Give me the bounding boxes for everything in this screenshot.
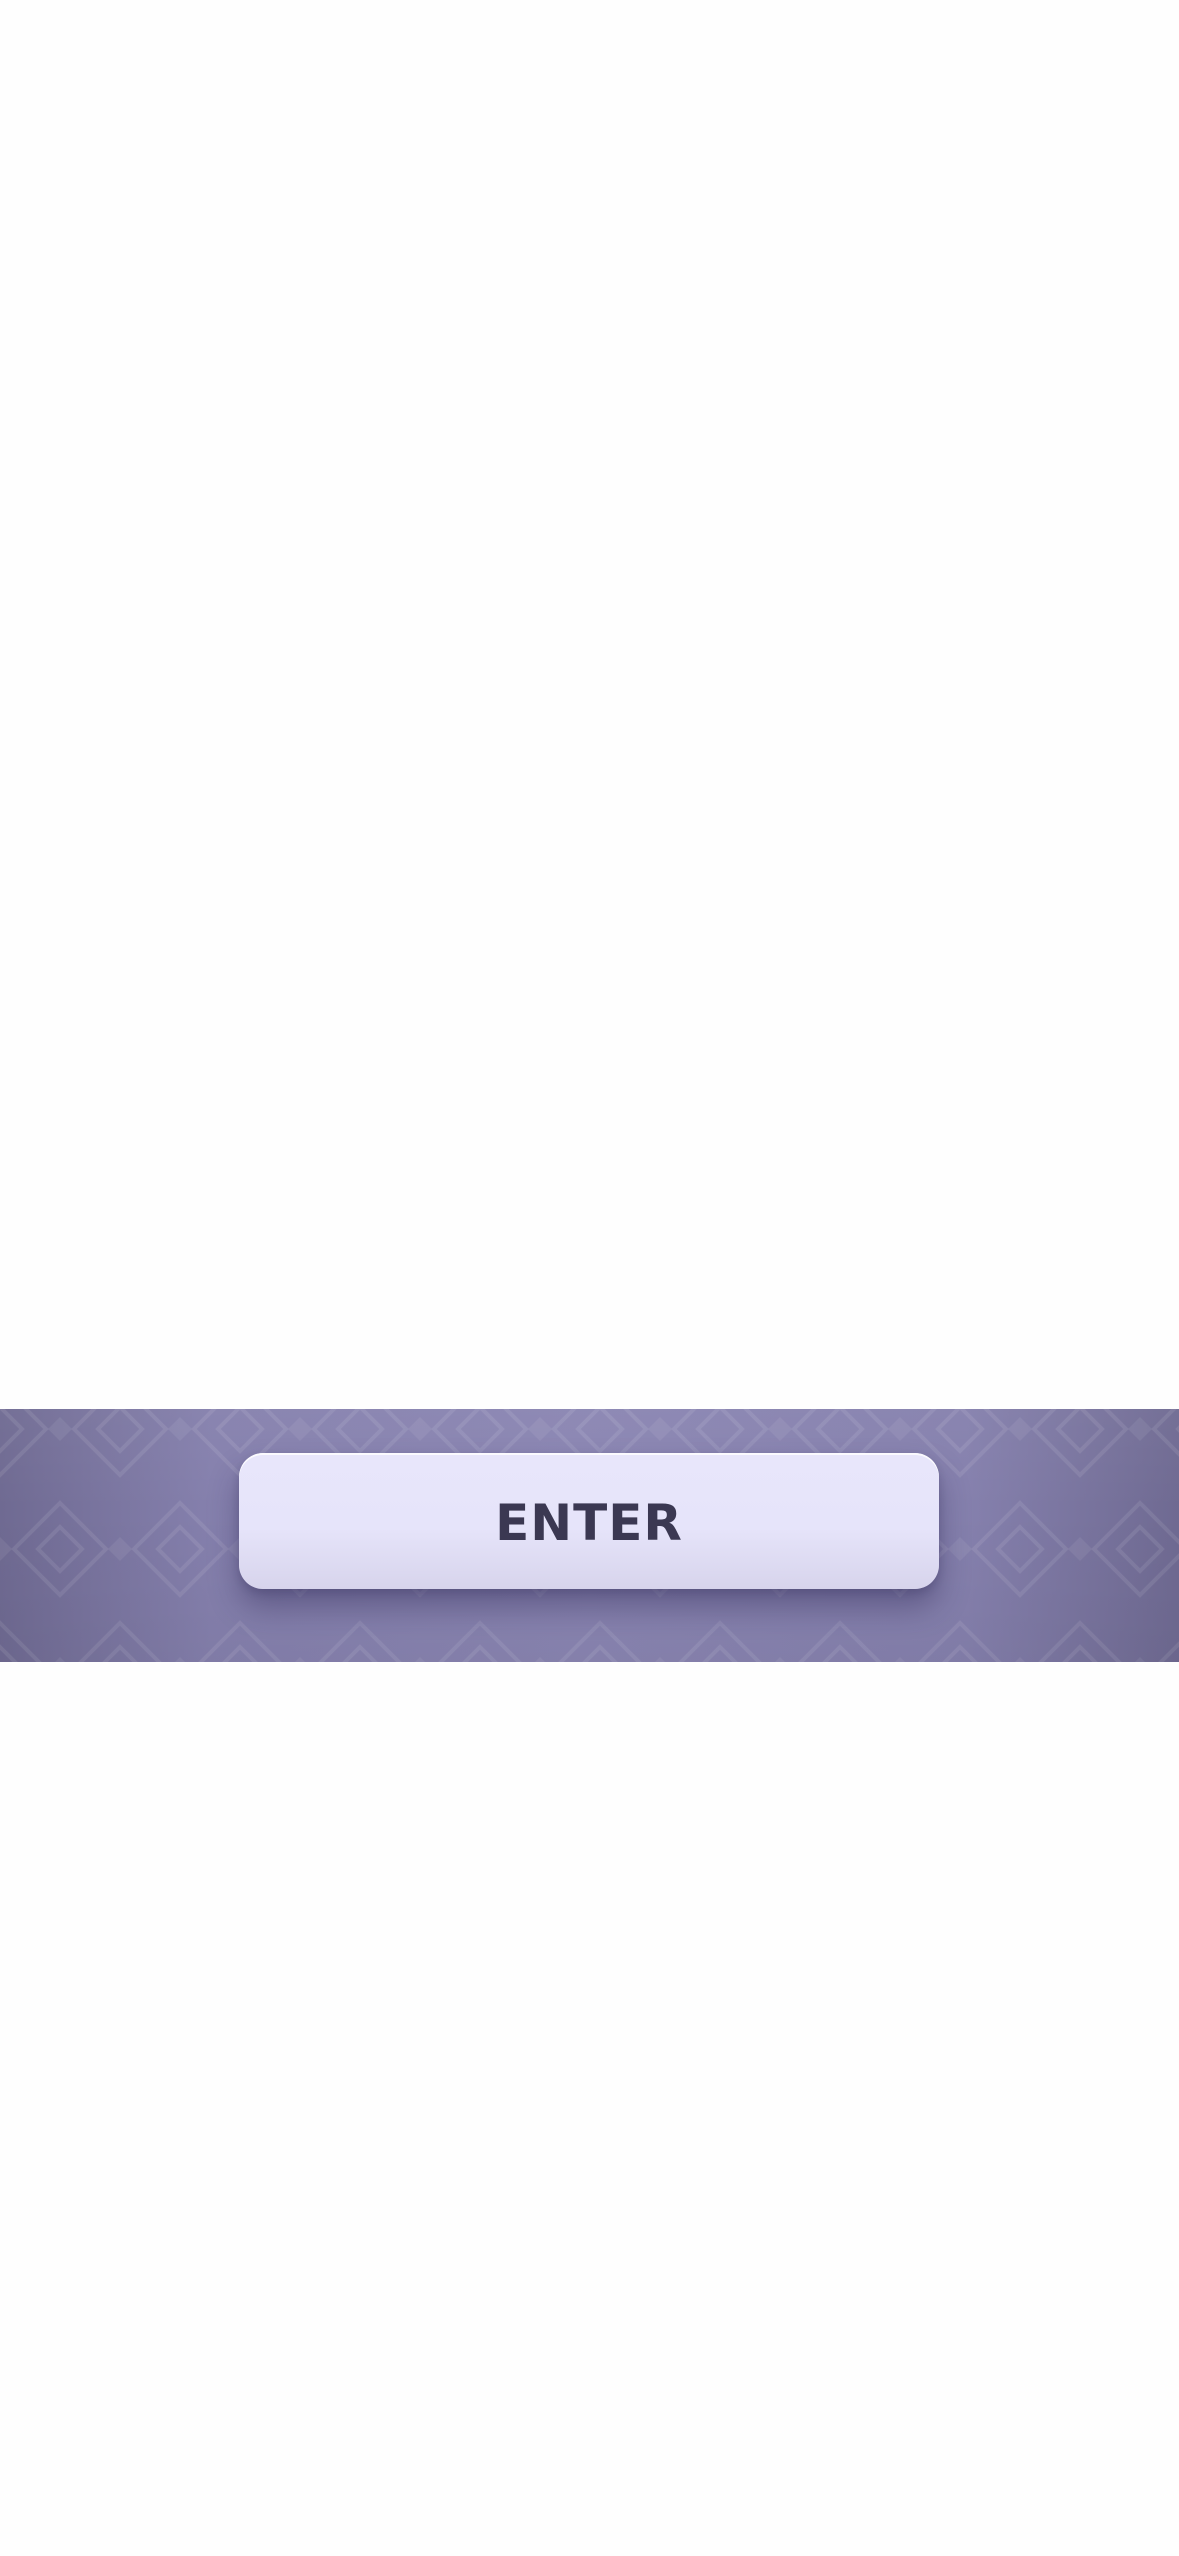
bottom-blank-area [0,1662,1179,2556]
enter-button[interactable]: ENTER [239,1453,939,1589]
enter-banner: ENTER [0,1409,1179,1662]
top-blank-area [0,0,1179,1409]
enter-button-label: ENTER [495,1494,683,1552]
